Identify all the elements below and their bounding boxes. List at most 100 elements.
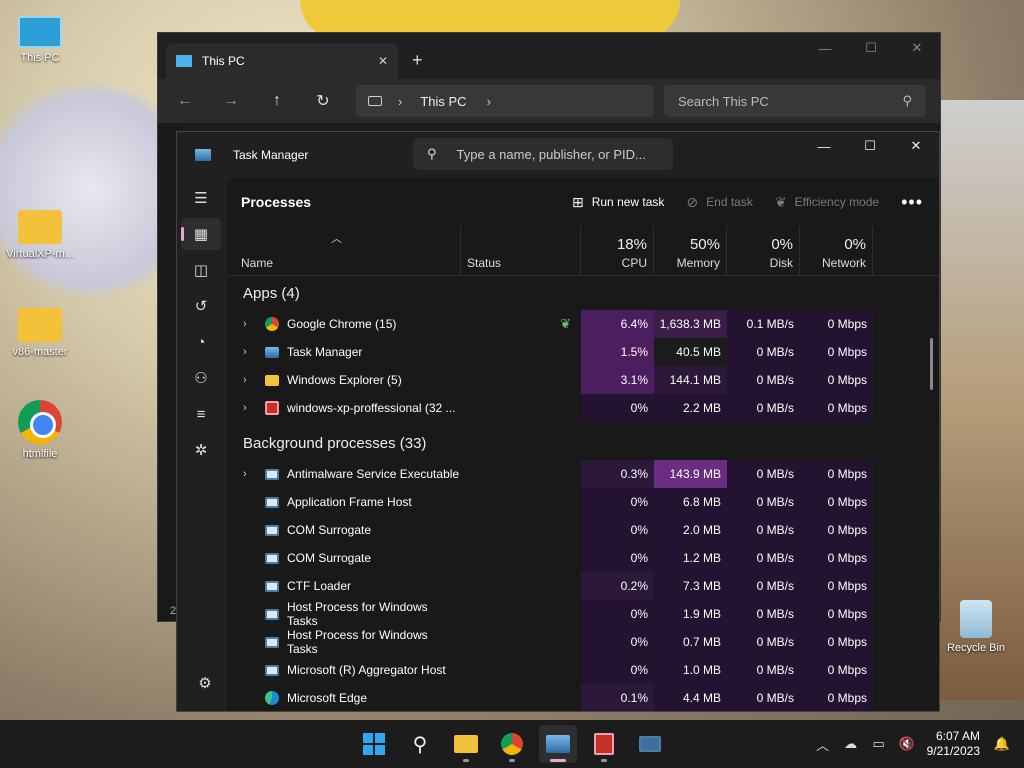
forward-arrow-icon[interactable]: → <box>216 86 246 116</box>
column-disk[interactable]: 0% Disk <box>727 226 800 275</box>
chevron-up-icon[interactable]: ︿ <box>809 735 837 754</box>
cpu-value: 3.1% <box>581 366 654 394</box>
end-task-button[interactable]: ⊘ End task <box>686 194 752 211</box>
search-button[interactable]: ⚲ <box>401 725 439 763</box>
disk-total: 0% <box>771 236 793 253</box>
breadcrumb[interactable]: This PC <box>420 94 466 109</box>
chevron-right-icon[interactable]: › <box>243 318 255 330</box>
desktop-icon-label: VirtualXP-m... <box>6 248 74 260</box>
chevron-right-icon[interactable]: › <box>487 94 491 109</box>
running-indicator <box>509 759 515 762</box>
table-row[interactable]: › Windows Explorer (5) 3.1% 144.1 MB 0 MB… <box>227 366 939 394</box>
column-status[interactable]: Status <box>461 226 581 275</box>
start-button[interactable] <box>355 725 393 763</box>
running-indicator <box>601 759 607 762</box>
refresh-icon[interactable]: ↻ <box>308 86 338 116</box>
minimize-icon[interactable]: — <box>802 33 848 63</box>
network-icon[interactable]: ▭ <box>865 736 893 752</box>
monitor-icon <box>176 55 192 67</box>
disk-value: 0 MB/s <box>727 338 800 366</box>
close-icon[interactable]: ✕ <box>893 132 939 160</box>
process-name: Application Frame Host <box>287 495 412 509</box>
desktop-icon-recycle-bin[interactable]: Recycle Bin <box>938 600 1014 654</box>
volume-muted-icon[interactable]: 🔇 <box>893 736 921 752</box>
column-label: Memory <box>676 256 720 270</box>
chevron-right-icon[interactable]: › <box>243 468 255 480</box>
table-row[interactable]: Microsoft Edge 0.1% 4.4 MB 0 MB/s 0 Mbps <box>227 684 939 711</box>
service-icon <box>265 552 279 564</box>
hamburger-menu-icon[interactable]: ☰ <box>181 182 221 214</box>
address-bar[interactable]: › This PC › <box>356 85 654 117</box>
explorer-search-input[interactable]: Search This PC ⚲ <box>664 85 926 117</box>
memory-value: 143.9 MB <box>654 460 727 488</box>
taskbar: ⚲ ︿ ☁ ▭ 🔇 6:07 AM 9/21/2023 🔔 <box>0 720 1024 768</box>
chevron-right-icon[interactable]: › <box>243 346 255 358</box>
maximize-icon[interactable]: ☐ <box>847 132 893 160</box>
taskbar-chrome[interactable] <box>493 725 531 763</box>
chevron-right-icon[interactable]: › <box>243 374 255 386</box>
table-row[interactable]: › Task Manager 1.5% 40.5 MB 0 MB/s 0 Mbps <box>227 338 939 366</box>
disk-value: 0.1 MB/s <box>727 310 800 338</box>
disk-value: 0 MB/s <box>727 488 800 516</box>
table-row[interactable]: Host Process for Windows Tasks 0% 1.9 MB… <box>227 600 939 628</box>
desktop-icon-htmlfile[interactable]: htmlfile <box>2 400 78 460</box>
memory-value: 2.0 MB <box>654 516 727 544</box>
network-value: 0 Mbps <box>800 338 873 366</box>
settings-gear-icon[interactable]: ⚙ <box>185 667 225 699</box>
wallpaper-shape <box>0 60 180 320</box>
table-row[interactable]: CTF Loader 0.2% 7.3 MB 0 MB/s 0 Mbps <box>227 572 939 600</box>
desktop-icon-virtualxp[interactable]: VirtualXP-m... <box>2 204 78 260</box>
processes-nav-icon[interactable]: ▦ <box>181 218 221 250</box>
table-row[interactable]: Application Frame Host 0% 6.8 MB 0 MB/s … <box>227 488 939 516</box>
app-history-nav-icon[interactable]: ↺ <box>181 290 221 322</box>
process-name: Antimalware Service Executable <box>287 467 460 481</box>
explorer-toolbar: ← → ↑ ↻ › This PC › Search This PC ⚲ <box>158 79 940 123</box>
more-options-icon[interactable]: ••• <box>901 192 923 213</box>
performance-nav-icon[interactable]: ◫ <box>181 254 221 286</box>
desktop-icon-this-pc[interactable]: This PC <box>2 10 78 64</box>
clock-time: 6:07 AM <box>935 729 980 743</box>
notification-bell-icon[interactable]: 🔔 <box>988 736 1016 752</box>
clock[interactable]: 6:07 AM 9/21/2023 <box>927 729 980 759</box>
taskbar-virtualxp[interactable] <box>631 725 669 763</box>
column-name[interactable]: ︿ Name <box>227 226 461 275</box>
services-nav-icon[interactable]: ✲ <box>181 434 221 466</box>
table-row[interactable]: › Antimalware Service Executable 0.3% 143… <box>227 460 939 488</box>
close-icon[interactable]: ✕ <box>894 33 940 63</box>
table-row[interactable]: Host Process for Windows Tasks 0% 0.7 MB… <box>227 628 939 656</box>
startup-apps-nav-icon[interactable]: ◔ <box>181 326 221 358</box>
table-row[interactable]: › windows-xp-proffessional (32 ... 0% 2.2… <box>227 394 939 422</box>
chevron-right-icon[interactable]: › <box>398 94 402 109</box>
back-arrow-icon[interactable]: ← <box>170 86 200 116</box>
process-search-input[interactable]: ⚲ Type a name, publisher, or PID... <box>413 138 673 170</box>
taskbar-task-manager[interactable] <box>539 725 577 763</box>
close-tab-icon[interactable]: ✕ <box>378 54 388 68</box>
table-row[interactable]: COM Surrogate 0% 1.2 MB 0 MB/s 0 Mbps <box>227 544 939 572</box>
side-navigation: ☰ ▦ ◫ ↺ ◔ ⚇ ≡ ✲ ⚙ <box>177 178 225 711</box>
details-nav-icon[interactable]: ≡ <box>181 398 221 430</box>
vertical-scrollbar[interactable] <box>930 338 933 390</box>
page-title: Processes <box>241 194 312 210</box>
folder-icon <box>18 210 62 244</box>
group-header-apps: Apps (4) <box>243 284 300 302</box>
onedrive-cloud-icon[interactable]: ☁ <box>837 736 865 752</box>
explorer-tab-this-pc[interactable]: This PC ✕ <box>166 43 398 79</box>
users-nav-icon[interactable]: ⚇ <box>181 362 221 394</box>
table-row[interactable]: › Google Chrome (15) ❦ 6.4% 1,638.3 MB 0.… <box>227 310 939 338</box>
minimize-icon[interactable]: — <box>801 132 847 160</box>
column-memory[interactable]: 50% Memory <box>654 226 727 275</box>
efficiency-mode-button[interactable]: ❦ Efficiency mode <box>775 194 879 211</box>
desktop-icon-v86-master[interactable]: v86-master <box>2 302 78 358</box>
table-row[interactable]: Microsoft (R) Aggregator Host 0% 1.0 MB … <box>227 656 939 684</box>
table-row[interactable]: COM Surrogate 0% 2.0 MB 0 MB/s 0 Mbps <box>227 516 939 544</box>
memory-value: 1.2 MB <box>654 544 727 572</box>
column-network[interactable]: 0% Network <box>800 226 873 275</box>
maximize-icon[interactable]: ☐ <box>848 33 894 63</box>
taskbar-file-explorer[interactable] <box>447 725 485 763</box>
run-new-task-button[interactable]: ⊞ Run new task <box>572 194 664 211</box>
taskbar-virtual-machine[interactable] <box>585 725 623 763</box>
up-arrow-icon[interactable]: ↑ <box>262 86 292 116</box>
new-tab-button[interactable]: + <box>412 50 423 71</box>
column-cpu[interactable]: 18% CPU <box>581 226 654 275</box>
chevron-right-icon[interactable]: › <box>243 402 255 414</box>
